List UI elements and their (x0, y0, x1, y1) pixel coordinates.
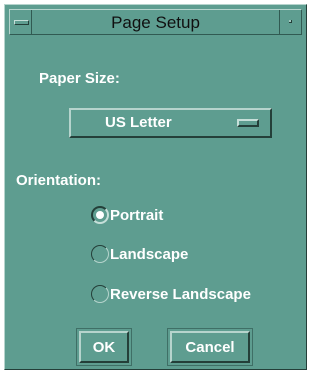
radio-reverse-landscape[interactable]: Reverse Landscape (91, 283, 251, 305)
paper-size-value: US Letter (105, 114, 172, 131)
paper-size-option-menu[interactable]: US Letter (69, 108, 272, 138)
page-setup-dialog: Page Setup Paper Size: US Letter Orienta… (4, 4, 307, 370)
window-menu-button[interactable] (10, 10, 32, 34)
orientation-label: Orientation: (16, 172, 101, 189)
radio-portrait[interactable]: Portrait (91, 204, 163, 226)
option-menu-indicator-icon (237, 119, 259, 127)
radio-selected-indicator (91, 206, 109, 224)
radio-landscape[interactable]: Landscape (91, 243, 188, 265)
paper-size-label: Paper Size: (39, 70, 120, 87)
radio-reverse-landscape-label: Reverse Landscape (110, 285, 251, 303)
radio-landscape-label: Landscape (110, 245, 189, 263)
cancel-button[interactable]: Cancel (170, 331, 250, 363)
minimize-button[interactable] (279, 10, 301, 34)
radio-unselected-indicator (91, 285, 109, 303)
radio-portrait-label: Portrait (110, 206, 164, 224)
minimize-icon (289, 20, 292, 23)
window-menu-icon (14, 20, 29, 25)
radio-unselected-indicator (91, 245, 109, 263)
title-bar[interactable]: Page Setup (9, 9, 302, 35)
window-title: Page Setup (111, 13, 200, 32)
ok-button[interactable]: OK (79, 331, 129, 363)
